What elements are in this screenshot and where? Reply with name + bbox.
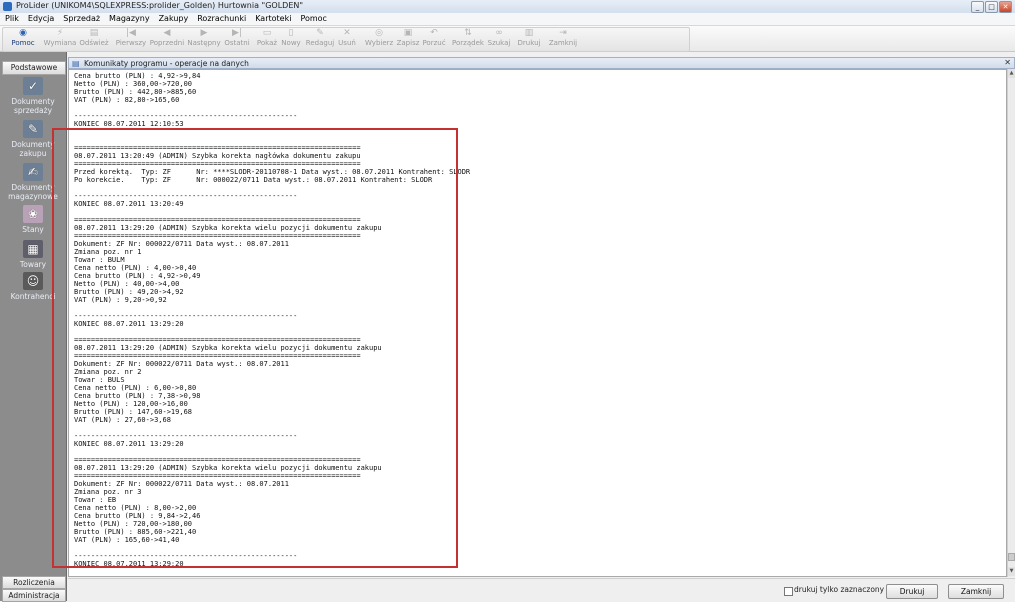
show-icon: ▭ bbox=[262, 28, 272, 38]
sidebar-item-warehouse-documents[interactable]: ✍ Dokumenty magazynowe bbox=[0, 163, 66, 201]
binoculars-icon: ∞ bbox=[495, 28, 503, 38]
show-button[interactable]: ▭ Pokaż bbox=[256, 27, 278, 50]
close-icon[interactable]: ✕ bbox=[999, 1, 1012, 13]
minimize-icon[interactable]: _ bbox=[971, 1, 984, 13]
log-text-area[interactable]: Cena brutto (PLN) : 4,92->9,84 Netto (PL… bbox=[68, 69, 1007, 577]
menu-plik[interactable]: Plik bbox=[0, 13, 23, 25]
help-icon: ◉ bbox=[19, 28, 27, 38]
last-icon: ▶| bbox=[232, 28, 242, 38]
select-icon: ◎ bbox=[375, 28, 383, 38]
app-logo-icon bbox=[3, 2, 12, 11]
log-text: Cena brutto (PLN) : 4,92->9,84 Netto (PL… bbox=[74, 72, 471, 568]
sales-documents-icon: ✓ bbox=[23, 77, 43, 95]
next-button[interactable]: ▶ Następny bbox=[187, 27, 221, 50]
subwindow-close-icon[interactable]: ✕ bbox=[1004, 58, 1011, 67]
window-title: ProLider (UNIKOM4\SQLEXPRESS:prolider_Go… bbox=[16, 1, 304, 10]
exchange-button[interactable]: ⚡ Wymiana bbox=[43, 27, 77, 50]
first-button[interactable]: |◀ Pierwszy bbox=[115, 27, 147, 50]
select-button[interactable]: ◎ Wybierz bbox=[365, 27, 393, 50]
menu-magazyny[interactable]: Magazyny bbox=[104, 13, 154, 25]
new-button[interactable]: ▯ Nowy bbox=[281, 27, 301, 50]
search-button[interactable]: ∞ Szukaj bbox=[487, 27, 511, 50]
discard-icon: ↶ bbox=[430, 28, 438, 38]
menu-edycja[interactable]: Edycja bbox=[23, 13, 58, 25]
previous-icon: ◀ bbox=[163, 28, 171, 38]
edit-icon: ✎ bbox=[316, 28, 324, 38]
scroll-thumb[interactable] bbox=[1008, 553, 1015, 561]
exit-icon: ⇥ bbox=[559, 28, 567, 38]
exchange-icon: ⚡ bbox=[56, 28, 64, 38]
delete-icon: ✕ bbox=[343, 28, 351, 38]
warehouse-documents-icon: ✍ bbox=[23, 163, 43, 181]
sidebar-item-stock[interactable]: ❀ Stany bbox=[0, 205, 66, 234]
new-icon: ▯ bbox=[288, 28, 294, 38]
save-icon: ▣ bbox=[403, 28, 413, 38]
save-button[interactable]: ▣ Zapisz bbox=[396, 27, 420, 50]
stock-icon: ❀ bbox=[23, 205, 43, 223]
help-button[interactable]: ◉ Pomoc bbox=[8, 27, 38, 50]
print-selected-checkbox[interactable] bbox=[784, 587, 793, 596]
refresh-icon: ▤ bbox=[89, 28, 99, 38]
window-controls: _ □ ✕ bbox=[971, 1, 1012, 13]
discard-button[interactable]: ↶ Porzuć bbox=[422, 27, 446, 50]
purchase-documents-icon: ✎ bbox=[23, 120, 43, 138]
goods-icon: ▦ bbox=[23, 240, 43, 258]
refresh-button[interactable]: ▤ Odśwież bbox=[79, 27, 109, 50]
order-button[interactable]: ⇅ Porządek bbox=[452, 27, 484, 50]
sidebar-header[interactable]: Podstawowe bbox=[2, 61, 66, 75]
menu-zakupy[interactable]: Zakupy bbox=[154, 13, 193, 25]
sidebar-item-purchase-documents[interactable]: ✎ Dokumenty zakupu bbox=[0, 120, 66, 158]
previous-button[interactable]: ◀ Poprzedni bbox=[148, 27, 186, 50]
menu-sprzedaz[interactable]: Sprzedaż bbox=[58, 13, 104, 25]
next-icon: ▶ bbox=[200, 28, 208, 38]
sidebar-item-goods[interactable]: ▦ Towary bbox=[0, 240, 66, 269]
menu-rozrachunki[interactable]: Rozrachunki bbox=[192, 13, 250, 25]
scroll-up-icon[interactable]: ▲ bbox=[1008, 69, 1015, 78]
toolbar: ◉ Pomoc ⚡ Wymiana ▤ Odśwież |◀ Pierwszy … bbox=[0, 26, 1015, 52]
scroll-down-icon[interactable]: ▼ bbox=[1008, 567, 1015, 576]
contractors-icon: ☺ bbox=[23, 272, 43, 290]
close-toolbar-button[interactable]: ⇥ Zamknij bbox=[548, 27, 578, 50]
bottom-bar: drukuj tylko zaznaczony tekst Drukuj Zam… bbox=[68, 578, 1015, 602]
sort-icon: ⇅ bbox=[464, 28, 472, 38]
print-toolbar-button[interactable]: ▥ Drukuj bbox=[517, 27, 541, 50]
sidebar-item-sales-documents[interactable]: ✓ Dokumenty sprzedaży bbox=[0, 77, 66, 115]
sidebar-item-contractors[interactable]: ☺ Kontrahenci bbox=[0, 272, 66, 301]
print-button[interactable]: Drukuj bbox=[886, 584, 938, 599]
subwindow-icon: ▤ bbox=[72, 59, 80, 68]
subwindow-title: Komunikaty programu - operacje na danych bbox=[84, 59, 249, 68]
sidebar-footer-settlements[interactable]: Rozliczenia bbox=[2, 576, 66, 589]
menu-kartoteki[interactable]: Kartoteki bbox=[250, 13, 295, 25]
print-icon: ▥ bbox=[524, 28, 534, 38]
edit-button[interactable]: ✎ Redaguj bbox=[305, 27, 335, 50]
title-bar: ProLider (UNIKOM4\SQLEXPRESS:prolider_Go… bbox=[0, 0, 1015, 14]
sidebar: Podstawowe ✓ Dokumenty sprzedaży ✎ Dokum… bbox=[0, 52, 67, 602]
menu-bar: Plik Edycja Sprzedaż Magazyny Zakupy Roz… bbox=[0, 13, 1015, 26]
delete-button[interactable]: ✕ Usuń bbox=[337, 27, 357, 50]
last-button[interactable]: ▶| Ostatni bbox=[223, 27, 251, 50]
maximize-icon[interactable]: □ bbox=[985, 1, 998, 13]
vertical-scrollbar[interactable]: ▲ ▼ bbox=[1007, 69, 1015, 577]
menu-pomoc[interactable]: Pomoc bbox=[295, 13, 331, 25]
subwindow-title-bar: ▤ Komunikaty programu - operacje na dany… bbox=[68, 57, 1015, 69]
close-button[interactable]: Zamknij bbox=[948, 584, 1004, 599]
sidebar-footer-administration[interactable]: Administracja bbox=[2, 589, 66, 602]
first-icon: |◀ bbox=[126, 28, 136, 38]
